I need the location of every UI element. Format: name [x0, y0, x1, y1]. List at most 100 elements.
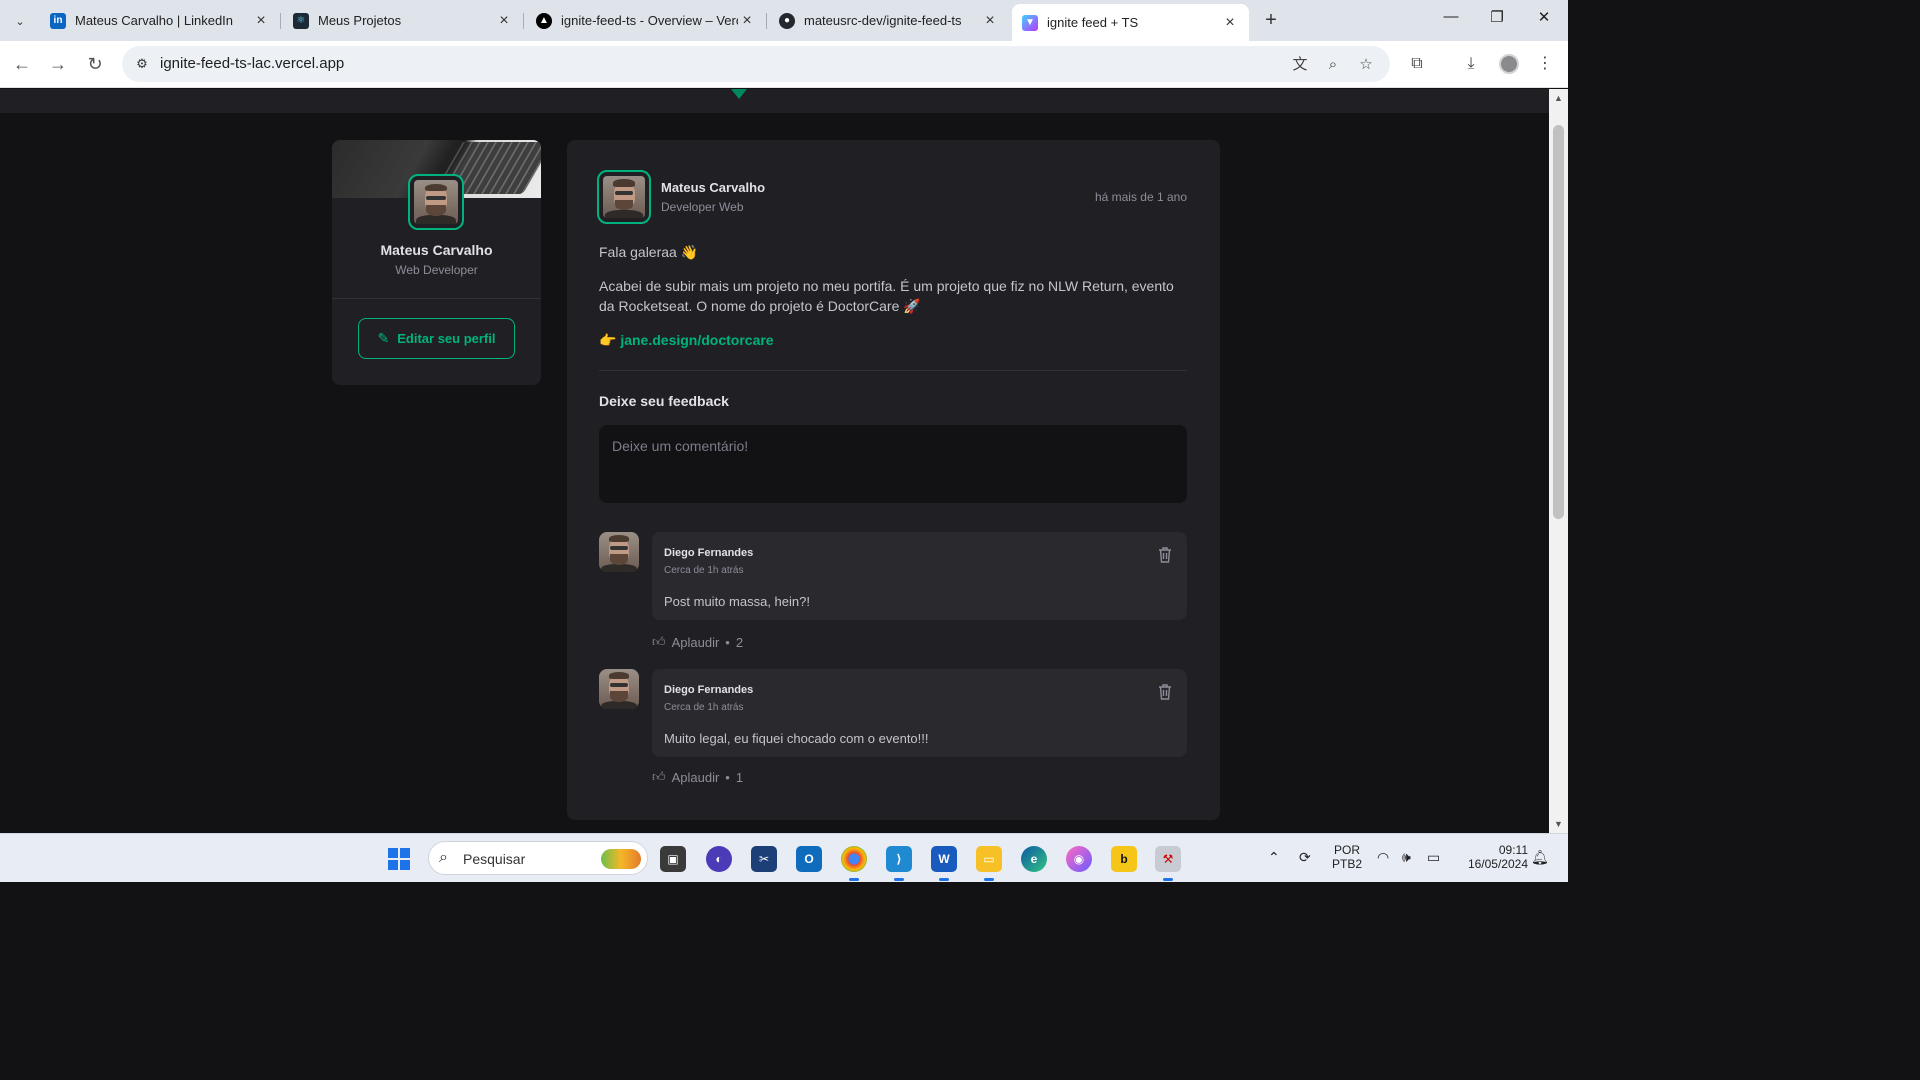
feedback-title: Deixe seu feedback [599, 393, 729, 409]
scrollbar-thumb[interactable] [1553, 125, 1564, 519]
github-icon: ● [779, 12, 795, 29]
chrome-icon[interactable] [841, 846, 867, 881]
pencil-icon: ✎ [377, 330, 390, 346]
applaud-button[interactable]: 👍︎ Aplaudir • 2 [652, 634, 743, 650]
close-tab-icon[interactable]: × [981, 12, 999, 30]
outlook-icon[interactable]: O [796, 846, 822, 872]
browser-tab-bar: ⌄ in Mateus Carvalho | LinkedIn × ⚛ Meus… [0, 0, 1568, 41]
post-author-avatar[interactable] [597, 170, 651, 224]
tab-linkedin[interactable]: in Mateus Carvalho | LinkedIn × [40, 4, 281, 37]
ignite-logo-icon [731, 89, 747, 99]
thumbs-up-icon: 👍︎ [652, 634, 666, 649]
language-label: POR [1333, 843, 1360, 857]
taskbar-search[interactable]: ⌕ Pesquisar [428, 841, 648, 875]
app-icon[interactable]: ⚒ [1155, 846, 1181, 881]
volume-icon[interactable]: 🕪︎ [1402, 849, 1411, 866]
scroll-down-icon[interactable]: ▼ [1554, 819, 1563, 829]
notifications-icon[interactable]: 🔔︎ [1531, 849, 1549, 866]
windows-start-icon[interactable] [388, 848, 410, 870]
browser-toolbar: ← → ↻ ⚙ ignite-feed-ts-lac.vercel.app 文 … [0, 41, 1568, 88]
edge-icon[interactable]: e [1021, 846, 1047, 872]
tab-meus-projetos[interactable]: ⚛ Meus Projetos × [283, 4, 524, 37]
post-author-role: Developer Web [661, 200, 744, 214]
reload-button[interactable]: ↻ [83, 52, 107, 76]
edit-profile-button[interactable]: ✎ Editar seu perfil [358, 318, 515, 359]
trash-icon[interactable] [1157, 546, 1173, 564]
back-button[interactable]: ← [10, 52, 34, 76]
download-icon[interactable]: ⤓ [1460, 53, 1482, 75]
pointing-hand-icon: 👉 [599, 332, 617, 348]
profile-name: Mateus Carvalho [380, 242, 493, 258]
show-hidden-icons-icon[interactable]: ⌃ [1268, 849, 1280, 866]
tab-vercel[interactable]: ▲ ignite-feed-ts - Overview – Vercel × [526, 4, 767, 37]
post-card: Mateus Carvalho Developer Web há mais de… [567, 140, 1220, 820]
react-icon: ⚛ [293, 12, 309, 29]
battery-icon[interactable]: ▭ [1427, 849, 1440, 866]
app-icon[interactable]: b [1111, 846, 1137, 872]
thumbs-up-icon: 👍︎ [652, 769, 666, 784]
comment-input[interactable] [599, 425, 1187, 503]
comment-box: Diego Fernandes Cerca de 1h atrás Muito … [652, 669, 1187, 757]
tab-ignite-feed[interactable]: ▼ ignite feed + TS × [1012, 4, 1249, 41]
site-info-icon[interactable]: ⚙ [132, 54, 152, 74]
post-greeting: Fala galeraa 👋 [599, 244, 699, 260]
divider [332, 298, 541, 299]
menu-icon[interactable]: ⋮ [1534, 53, 1556, 75]
applaud-label: Aplaudir [671, 769, 720, 785]
vscode-icon[interactable]: ⟩ [886, 846, 912, 881]
url-text[interactable]: ignite-feed-ts-lac.vercel.app [160, 55, 344, 72]
comment-time: Cerca de 1h atrás [664, 702, 744, 713]
profile-role: Web Developer [395, 263, 478, 277]
app-icon[interactable]: ◉ [1066, 846, 1092, 872]
bookmark-star-icon[interactable]: ☆ [1355, 54, 1377, 76]
address-bar[interactable]: ⚙ ignite-feed-ts-lac.vercel.app 文 ⌕ ☆ [122, 46, 1390, 82]
tab-title: Mateus Carvalho | LinkedIn [75, 13, 234, 28]
extensions-icon[interactable]: ⧉ [1406, 53, 1428, 75]
applaud-count: 1 [735, 769, 744, 785]
clock[interactable]: 09:11 16/05/2024 [1456, 843, 1528, 871]
translate-icon[interactable]: 文 [1289, 54, 1311, 76]
profile-sidebar: Mateus Carvalho Web Developer ✎ Editar s… [332, 140, 541, 385]
close-window-button[interactable]: ✕ [1531, 8, 1557, 32]
post-link[interactable]: jane.design/doctorcare [620, 332, 773, 348]
trash-icon[interactable] [1157, 683, 1173, 701]
close-tab-icon[interactable]: × [495, 12, 513, 30]
tab-title: Meus Projetos [318, 13, 402, 28]
tab-title: ignite feed + TS [1047, 15, 1139, 30]
forward-button[interactable]: → [46, 52, 70, 76]
tab-search-button[interactable]: ⌄ [8, 9, 32, 33]
minimize-button[interactable]: — [1438, 8, 1464, 32]
comment-avatar[interactable] [599, 532, 639, 572]
wifi-icon[interactable]: ◠ [1377, 849, 1389, 866]
file-explorer-icon[interactable]: ▭ [976, 846, 1002, 881]
linkedin-icon: in [50, 12, 66, 29]
close-tab-icon[interactable]: × [1221, 14, 1239, 32]
word-icon[interactable]: W [931, 846, 957, 881]
profile-avatar[interactable] [1499, 54, 1519, 74]
zoom-icon[interactable]: ⌕ [1322, 54, 1344, 76]
page-scrollbar[interactable]: ▲ ▼ [1549, 89, 1568, 833]
applaud-count: 2 [735, 634, 744, 650]
post-link-line: 👉 jane.design/doctorcare [599, 330, 1189, 350]
task-view-icon[interactable]: ▣ [660, 846, 686, 872]
profile-avatar-image [408, 174, 464, 230]
comment-avatar[interactable] [599, 669, 639, 709]
comment-text: Post muito massa, hein?! [664, 594, 810, 609]
post-author-name: Mateus Carvalho [661, 180, 766, 195]
close-tab-icon[interactable]: × [738, 12, 756, 30]
tab-github[interactable]: ● mateusrc-dev/ignite-feed-ts × [769, 4, 1009, 37]
divider [599, 370, 1187, 371]
sync-icon[interactable]: ⟳ [1299, 849, 1311, 866]
new-tab-button[interactable]: + [1259, 9, 1283, 33]
close-tab-icon[interactable]: × [252, 12, 270, 30]
restore-button[interactable]: ❐ [1484, 8, 1510, 32]
snipping-tool-icon[interactable]: ✂ [751, 846, 777, 872]
post-timestamp: há mais de 1 ano [1094, 190, 1187, 204]
scroll-up-icon[interactable]: ▲ [1554, 93, 1563, 103]
vite-icon: ▼ [1022, 14, 1038, 31]
language-indicator[interactable]: POR PTB2 [1330, 843, 1364, 871]
app-icon[interactable]: ◐ [706, 846, 732, 872]
clock-date: 16/05/2024 [1467, 857, 1528, 871]
applaud-button[interactable]: 👍︎ Aplaudir • 1 [652, 769, 743, 785]
windows-taskbar: ⌕ Pesquisar ▣ ◐ ✂ O ⟩ W ▭ e ◉ b ⚒ ⌃ ⟳ PO… [0, 833, 1568, 882]
